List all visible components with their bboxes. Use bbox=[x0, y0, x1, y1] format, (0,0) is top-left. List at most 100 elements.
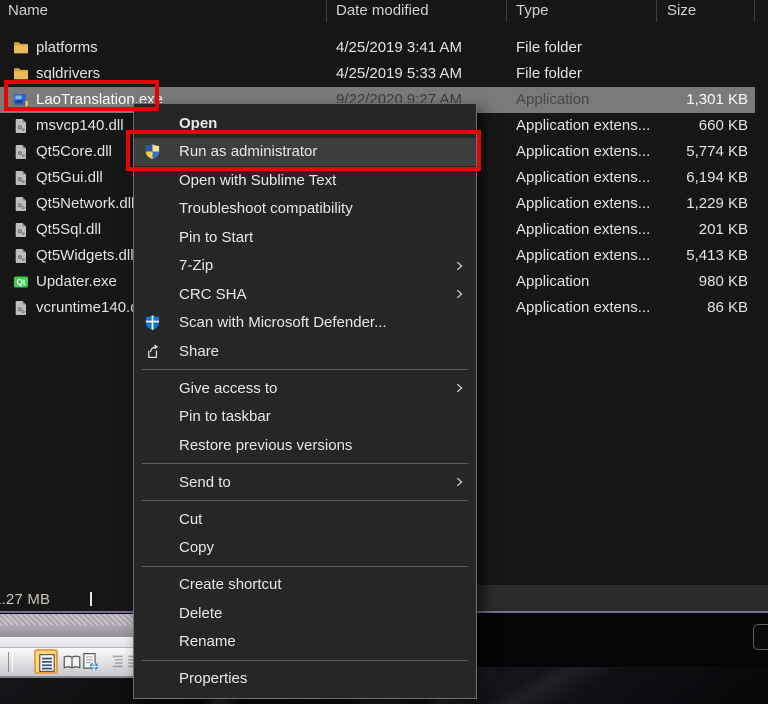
file-name: msvcp140.dll bbox=[36, 113, 124, 139]
menu-item-delete[interactable]: Delete bbox=[134, 599, 476, 628]
chevron-right-icon bbox=[452, 259, 466, 273]
file-name: Qt5Core.dll bbox=[36, 139, 112, 165]
file-name: platforms bbox=[36, 35, 98, 61]
file-name: Qt5Gui.dll bbox=[36, 165, 103, 191]
file-size: 1,229 KB bbox=[600, 191, 748, 217]
document-globe-icon[interactable] bbox=[80, 651, 100, 673]
dll-icon bbox=[13, 170, 29, 186]
svg-text:Qt: Qt bbox=[17, 278, 26, 287]
book-view-icon[interactable] bbox=[62, 651, 82, 673]
menu-item-label: Rename bbox=[179, 633, 236, 650]
menu-item-label: Copy bbox=[179, 539, 214, 556]
column-header-size[interactable]: Size bbox=[667, 1, 696, 21]
column-divider[interactable] bbox=[656, 0, 657, 22]
menu-item-share[interactable]: Share bbox=[134, 337, 476, 366]
menu-item-send-to[interactable]: Send to bbox=[134, 468, 476, 497]
defender-icon bbox=[144, 314, 161, 331]
menu-separator bbox=[142, 500, 468, 501]
annotation-box-file bbox=[4, 80, 159, 111]
file-size: 1,301 KB bbox=[600, 87, 748, 113]
menu-item-label: 7-Zip bbox=[179, 257, 213, 274]
menu-separator bbox=[142, 463, 468, 464]
file-name: Updater.exe bbox=[36, 269, 117, 295]
file-size: 660 KB bbox=[600, 113, 748, 139]
menu-item-pin-to-start[interactable]: Pin to Start bbox=[134, 223, 476, 252]
menu-item-label: Pin to Start bbox=[179, 229, 253, 246]
annotation-box-run-as-administrator bbox=[126, 130, 481, 171]
menu-item-label: Create shortcut bbox=[179, 576, 282, 593]
column-divider[interactable] bbox=[326, 0, 327, 22]
menu-item-label: Open with Sublime Text bbox=[179, 172, 336, 189]
menu-item-give-access-to[interactable]: Give access to bbox=[134, 374, 476, 403]
menu-item-create-shortcut[interactable]: Create shortcut bbox=[134, 571, 476, 600]
screen: Name Date modified Type Size platforms 4/… bbox=[0, 0, 768, 704]
menu-separator bbox=[142, 660, 468, 661]
file-date: 4/25/2019 3:41 AM bbox=[336, 35, 462, 61]
menu-item-crc-sha[interactable]: CRC SHA bbox=[134, 280, 476, 309]
dll-icon bbox=[13, 144, 29, 160]
file-size: 86 KB bbox=[600, 295, 748, 321]
menu-item-label: Send to bbox=[179, 474, 231, 491]
file-row-platforms[interactable]: platforms 4/25/2019 3:41 AM File folder bbox=[0, 35, 755, 61]
menu-item-label: Restore previous versions bbox=[179, 437, 352, 454]
dll-icon bbox=[13, 248, 29, 264]
folder-icon bbox=[13, 40, 29, 56]
menu-item-7-zip[interactable]: 7-Zip bbox=[134, 252, 476, 281]
file-name: Qt5Network.dll bbox=[36, 191, 134, 217]
indent-list-icon[interactable] bbox=[106, 651, 126, 673]
dll-icon bbox=[13, 196, 29, 212]
file-size: 201 KB bbox=[600, 217, 748, 243]
column-divider[interactable] bbox=[754, 0, 755, 22]
toolbar-separator bbox=[8, 652, 13, 672]
menu-item-label: Properties bbox=[179, 670, 247, 687]
menu-item-label: CRC SHA bbox=[179, 286, 247, 303]
file-size: 5,413 KB bbox=[600, 243, 748, 269]
menu-separator bbox=[142, 566, 468, 567]
status-bar-band bbox=[430, 585, 768, 611]
file-name: Qt5Sql.dll bbox=[36, 217, 101, 243]
column-header-name[interactable]: Name bbox=[8, 1, 48, 21]
column-divider[interactable] bbox=[506, 0, 507, 22]
menu-item-properties[interactable]: Properties bbox=[134, 665, 476, 694]
chevron-right-icon bbox=[452, 381, 466, 395]
file-type: File folder bbox=[516, 35, 582, 61]
menu-item-label: Pin to taskbar bbox=[179, 408, 271, 425]
chevron-right-icon bbox=[452, 475, 466, 489]
file-size: 6,194 KB bbox=[600, 165, 748, 191]
column-headers: Name Date modified Type Size bbox=[0, 0, 768, 22]
dll-icon bbox=[13, 300, 29, 316]
menu-item-rename[interactable]: Rename bbox=[134, 628, 476, 657]
menu-item-label: Scan with Microsoft Defender... bbox=[179, 314, 387, 331]
menu-item-troubleshoot-compatibility[interactable]: Troubleshoot compatibility bbox=[134, 195, 476, 224]
qt-icon: Qt bbox=[13, 274, 29, 290]
file-type: Application bbox=[516, 269, 589, 295]
column-header-type[interactable]: Type bbox=[516, 1, 549, 21]
menu-separator bbox=[142, 369, 468, 370]
chevron-right-icon bbox=[452, 287, 466, 301]
menu-item-label: Troubleshoot compatibility bbox=[179, 200, 353, 217]
column-header-date-modified[interactable]: Date modified bbox=[336, 1, 429, 21]
dll-icon bbox=[13, 222, 29, 238]
file-date: 4/25/2019 5:33 AM bbox=[336, 61, 462, 87]
menu-item-scan-with-microsoft-defender[interactable]: Scan with Microsoft Defender... bbox=[134, 309, 476, 338]
status-caret bbox=[90, 592, 92, 606]
details-view-icon[interactable] bbox=[34, 649, 58, 674]
menu-item-copy[interactable]: Copy bbox=[134, 534, 476, 563]
share-icon bbox=[144, 343, 161, 360]
menu-item-pin-to-taskbar[interactable]: Pin to taskbar bbox=[134, 403, 476, 432]
status-size-text: 1.27 MB bbox=[0, 591, 50, 608]
menu-item-label: Give access to bbox=[179, 380, 277, 397]
context-menu: OpenRun as administratorOpen with Sublim… bbox=[133, 103, 477, 699]
menu-item-cut[interactable]: Cut bbox=[134, 505, 476, 534]
menu-item-label: Share bbox=[179, 343, 219, 360]
menu-item-restore-previous-versions[interactable]: Restore previous versions bbox=[134, 431, 476, 460]
dll-icon bbox=[13, 118, 29, 134]
menu-item-label: Delete bbox=[179, 605, 222, 622]
tray-flyout-outline[interactable] bbox=[753, 624, 768, 650]
file-name: vcruntime140.dll bbox=[36, 295, 145, 321]
menu-item-label: Cut bbox=[179, 511, 202, 528]
file-size: 5,774 KB bbox=[600, 139, 748, 165]
file-name: Qt5Widgets.dll bbox=[36, 243, 134, 269]
file-type: File folder bbox=[516, 61, 582, 87]
file-type: Application bbox=[516, 87, 589, 113]
